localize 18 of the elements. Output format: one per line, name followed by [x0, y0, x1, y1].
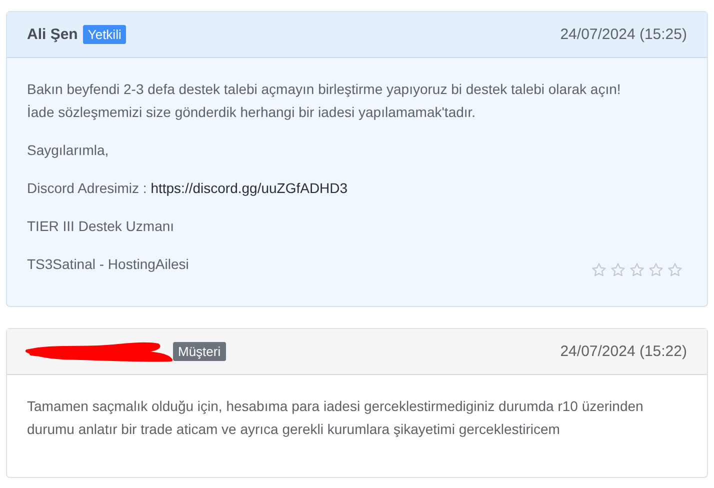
role-badge: Müşteri — [173, 342, 226, 361]
star-icon[interactable] — [591, 262, 607, 278]
discord-label: Discord Adresimiz : — [27, 180, 147, 196]
discord-link[interactable]: https://discord.gg/uuZGfADHD3 — [150, 180, 348, 196]
star-icon[interactable] — [610, 262, 626, 278]
message-paragraph: Tamamen saçmalık olduğu için, hesabıma para iadesi gerceklestirmediginiz durumda r10 üzerinden durumu anlatır bir trade aticam ve ayrıca gerekli kurumlara şikayetimi gerceklestiricem — [27, 397, 644, 439]
message-paragraph: TIER III Destek Uzmanı — [27, 217, 174, 236]
star-icon[interactable] — [648, 262, 664, 278]
message-date: 24/07/2024 (15:22) — [560, 343, 687, 360]
author-name: Ali Şen — [27, 26, 78, 43]
message-paragraph: Saygılarımla, — [27, 141, 109, 160]
message-paragraph: TS3Satinal - HostingAilesi — [27, 255, 189, 274]
role-badge: Yetkili — [82, 25, 126, 44]
star-icon[interactable] — [629, 262, 645, 278]
message-paragraph: Bakın beyfendi 2-3 defa destek talebi açmayın birleştirme yapıyoruz bi destek talebi olarak açın! İade sözleşmemizi size gönderdik herhangi bir iadesi yapılamamak'tadır. — [27, 80, 621, 122]
star-icon[interactable] — [667, 262, 683, 278]
rating-stars[interactable] — [591, 262, 683, 278]
message-date: 24/07/2024 (15:25) — [560, 26, 687, 43]
